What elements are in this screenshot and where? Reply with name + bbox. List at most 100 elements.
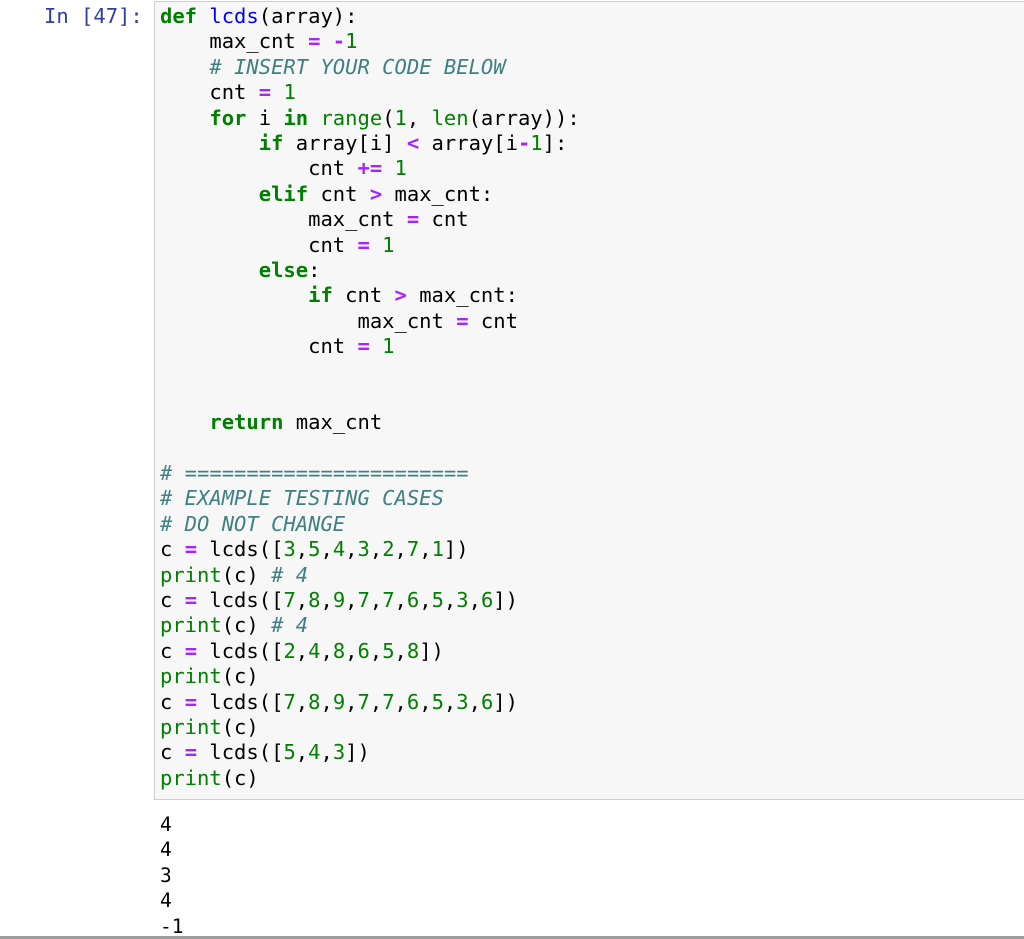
code-token: max_cnt	[160, 29, 309, 54]
code-token: 5	[382, 638, 395, 663]
code-token: cnt	[160, 232, 358, 257]
code-line: c = lcds([3,5,4,3,2,7,1])	[160, 537, 580, 562]
code-token: 1	[283, 80, 296, 105]
code-token: ])	[345, 740, 370, 765]
code-token: cnt	[160, 156, 358, 181]
code-token: lcds([	[197, 689, 284, 714]
code-token: 4	[308, 638, 321, 663]
code-token: 5	[283, 740, 296, 765]
code-token: ,	[295, 740, 309, 765]
code-token: 3	[283, 537, 296, 562]
code-token: 5	[308, 537, 321, 562]
code-token: =	[308, 29, 321, 54]
code-token: 2	[382, 537, 395, 562]
code-token: (c)	[221, 664, 259, 689]
code-token: 3	[456, 689, 469, 714]
code-line: cnt = 1	[160, 233, 580, 258]
code-token: 6	[480, 689, 494, 714]
code-token: 7	[382, 587, 395, 612]
code-line: print(c) # 4	[160, 563, 580, 588]
code-token: ])	[419, 638, 444, 663]
code-token: 6	[480, 587, 494, 612]
code-token: ,	[295, 638, 309, 663]
code-token: 1	[394, 105, 407, 130]
code-token: 2	[283, 638, 296, 663]
code-token: =	[184, 638, 198, 663]
code-token: c	[160, 740, 185, 765]
code-token: len	[431, 105, 469, 130]
code-token: ])	[443, 537, 469, 562]
code-token: (c)	[221, 714, 259, 739]
code-token: cnt	[419, 207, 469, 232]
code-token: 6	[406, 587, 420, 612]
code-token: lcds([	[197, 638, 284, 663]
code-token: 1	[394, 156, 407, 181]
code-token: 6	[406, 689, 420, 714]
code-token: ,	[345, 587, 358, 612]
code-token: i	[246, 105, 284, 130]
code-token: ,	[394, 638, 407, 663]
code-token: ,	[468, 689, 481, 714]
code-token: (	[382, 105, 395, 130]
code-token: ,	[468, 587, 481, 612]
code-token: =	[184, 537, 198, 562]
code-token: =	[184, 587, 198, 612]
code-token: # DO NOT CHANGE	[160, 511, 346, 536]
code-token: ,	[320, 740, 333, 765]
code-line: cnt = 1	[160, 334, 580, 359]
code-token: # 4	[271, 562, 309, 587]
code-token: ])	[493, 689, 518, 714]
code-token: max_cnt:	[406, 283, 518, 308]
code-token: cnt	[308, 181, 370, 206]
output-line: 4	[160, 838, 172, 862]
code-line: print(c)	[160, 766, 580, 791]
code-token: c	[160, 537, 185, 562]
code-token: # =======================	[160, 461, 469, 486]
code-token: print	[160, 613, 222, 638]
code-editor[interactable]: def lcds(array): max_cnt = -1 # INSERT Y…	[160, 4, 580, 791]
code-token: 7	[283, 689, 296, 714]
code-line: # =======================	[160, 461, 580, 486]
code-token: in	[283, 105, 309, 130]
code-token: ,	[419, 587, 432, 612]
code-token: # EXAMPLE TESTING CASES	[160, 486, 444, 511]
code-line: else:	[160, 258, 580, 283]
code-line: c = lcds([7,8,9,7,7,6,5,3,6])	[160, 588, 580, 613]
code-token: ,	[419, 537, 432, 562]
cell-prompt: In [47]:	[44, 4, 143, 28]
code-token: print	[160, 765, 222, 790]
code-token: ,	[419, 689, 432, 714]
code-token: 7	[283, 587, 296, 612]
code-token: 3	[357, 537, 370, 562]
code-token: cnt	[160, 334, 358, 359]
code-token: 1	[382, 232, 395, 257]
code-token: lcds([	[197, 537, 284, 562]
code-token: 7	[382, 689, 395, 714]
code-token: 8	[406, 638, 420, 663]
code-token: array[i]	[283, 130, 407, 155]
code-token: ,	[295, 587, 309, 612]
code-token: for	[209, 105, 247, 130]
code-line: print(c)	[160, 715, 580, 740]
code-token: 3	[456, 587, 469, 612]
code-token: (array):	[258, 4, 358, 28]
code-line: max_cnt = cnt	[160, 309, 580, 334]
code-token: max_cnt:	[382, 181, 494, 206]
code-token: >	[394, 283, 407, 308]
code-token: (c)	[221, 562, 272, 587]
code-token: c	[160, 587, 185, 612]
code-token: 9	[332, 587, 346, 612]
code-token: # 4	[271, 613, 309, 638]
code-token: else	[258, 257, 309, 282]
code-token: ,	[295, 689, 309, 714]
code-token: elif	[258, 181, 309, 206]
